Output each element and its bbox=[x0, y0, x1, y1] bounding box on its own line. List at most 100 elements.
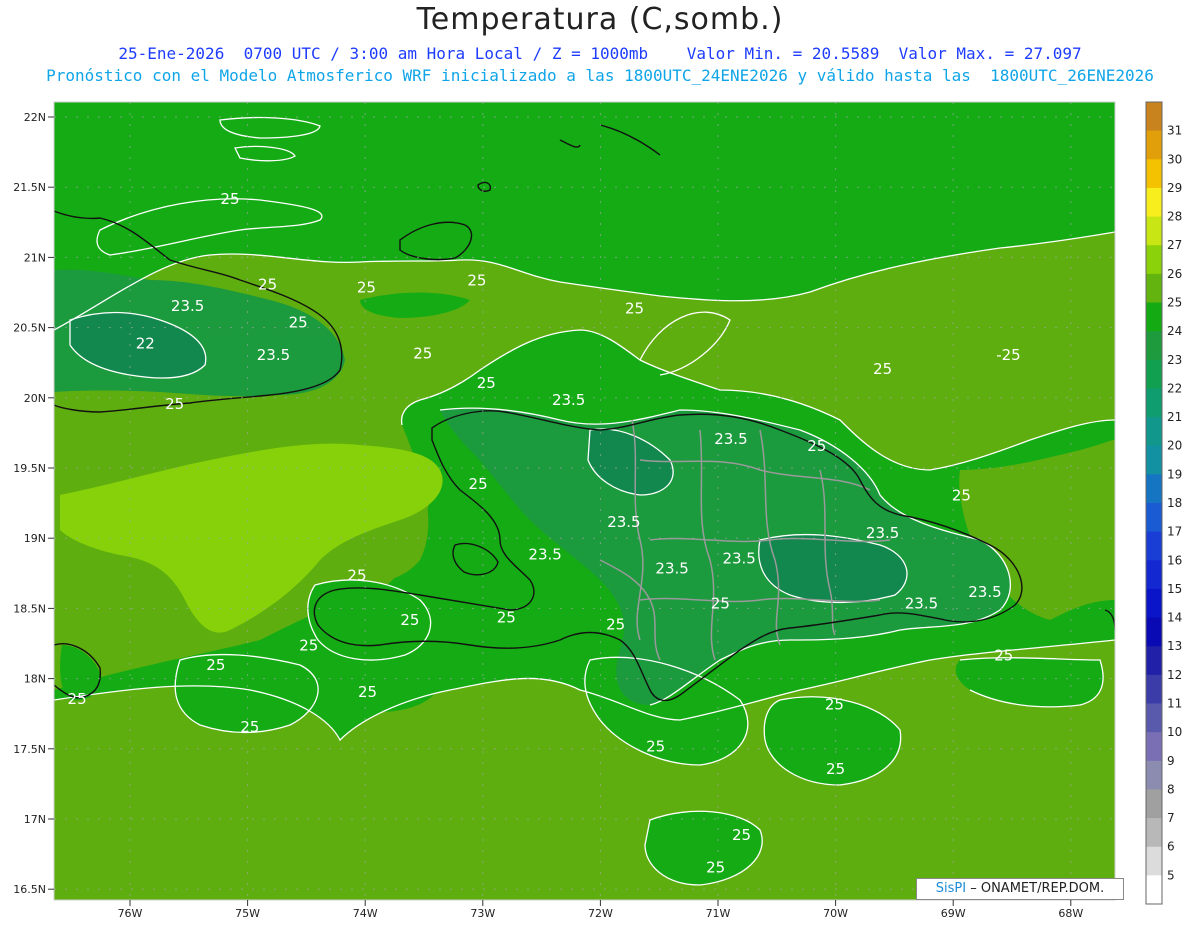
colorbar-swatch bbox=[1146, 187, 1162, 218]
contour-label: 25 bbox=[873, 360, 892, 378]
contour-label: 23.5 bbox=[655, 559, 688, 577]
lat-tick-label: 18.5N bbox=[13, 602, 46, 615]
colorbar-label: 14 bbox=[1167, 611, 1182, 625]
colorbar-swatch bbox=[1146, 588, 1162, 619]
credit-brand: SisPI bbox=[935, 881, 967, 896]
colorbar-label: 25 bbox=[1167, 296, 1182, 310]
colorbar-label: 8 bbox=[1167, 782, 1175, 796]
contour-label: 25 bbox=[358, 683, 377, 701]
colorbar-swatch bbox=[1146, 789, 1162, 819]
colorbar-label: 23 bbox=[1167, 353, 1182, 367]
contour-label: 25 bbox=[625, 300, 644, 318]
lat-tick-label: 20N bbox=[24, 392, 46, 405]
contour-label: 23.5 bbox=[866, 524, 899, 542]
colorbar-label: 28 bbox=[1167, 210, 1182, 224]
lat-tick-label: 18N bbox=[24, 673, 46, 686]
lon-tick-label: 72W bbox=[588, 907, 613, 920]
colorbar-label: 30 bbox=[1167, 152, 1182, 166]
temperature-map: 22N 21.5N 21N 20.5N 20N 19.5N 19N 18.5N 18N 17.5N… bbox=[13, 101, 1182, 920]
colorbar-swatch bbox=[1146, 846, 1162, 876]
lon-tick-label: 76W bbox=[118, 907, 143, 920]
contour-label: 23.5 bbox=[257, 346, 290, 364]
lon-tick-label: 73W bbox=[470, 907, 495, 920]
colorbar-label: 20 bbox=[1167, 439, 1182, 453]
contour-label: 23.5 bbox=[552, 391, 585, 409]
lat-tick-label: 19N bbox=[24, 532, 46, 545]
lon-tick-label: 74W bbox=[353, 907, 378, 920]
credit-box: SisPI – ONAMET/REP.DOM. bbox=[916, 878, 1124, 900]
contour-label: 23.5 bbox=[968, 583, 1001, 601]
colorbar-label: 7 bbox=[1167, 811, 1175, 825]
colorbar-swatch bbox=[1146, 102, 1162, 132]
colorbar-label: 26 bbox=[1167, 267, 1182, 281]
colorbar-swatch bbox=[1146, 159, 1162, 189]
colorbar-swatch bbox=[1146, 617, 1162, 647]
colorbar-label: 15 bbox=[1167, 582, 1182, 596]
contour-label: 23.5 bbox=[905, 594, 938, 612]
contour-label: 23.5 bbox=[714, 430, 747, 448]
contour-label: 22 bbox=[136, 335, 155, 353]
lat-tick-label: 19.5N bbox=[13, 462, 46, 475]
colorbar-label: 31 bbox=[1167, 124, 1182, 138]
colorbar-swatch bbox=[1146, 732, 1162, 762]
colorbar-label: 11 bbox=[1167, 697, 1182, 711]
colorbar-label: 12 bbox=[1167, 668, 1182, 682]
lon-tick-label: 68W bbox=[1058, 907, 1083, 920]
colorbar-label: 24 bbox=[1167, 324, 1182, 338]
colorbar-swatch bbox=[1146, 273, 1162, 303]
contour-label: -25 bbox=[996, 346, 1021, 364]
lat-tick-label: 21.5N bbox=[13, 181, 46, 194]
contour-label: 25 bbox=[497, 608, 516, 626]
colorbar-label: 29 bbox=[1167, 181, 1182, 195]
colorbar: 31 30 29 28 27 26 25 24 23 22 21 20 19 18 17 16 15 14 13 12… bbox=[1145, 101, 1182, 905]
contour-label: 25 bbox=[606, 615, 625, 633]
longitude-labels: 76W 75W 74W 73W 72W 71W 70W 69W 68W bbox=[118, 907, 1084, 920]
colorbar-swatch bbox=[1146, 245, 1162, 275]
latitude-labels: 22N 21.5N 21N 20.5N 20N 19.5N 19N 18.5N 18N 17.5N… bbox=[13, 111, 46, 896]
lat-tick-label: 17N bbox=[24, 813, 46, 826]
contour-label: 25 bbox=[413, 344, 432, 362]
contour-label: 25 bbox=[467, 271, 486, 289]
lon-tick-label: 70W bbox=[823, 907, 848, 920]
contour-label: 25 bbox=[706, 858, 725, 876]
contour-label: 25 bbox=[220, 190, 239, 208]
colorbar-label: 6 bbox=[1167, 840, 1175, 854]
lon-tick-label: 71W bbox=[706, 907, 731, 920]
colorbar-swatch bbox=[1146, 417, 1162, 447]
colorbar-label: 16 bbox=[1167, 553, 1182, 567]
colorbar-swatch bbox=[1146, 474, 1162, 504]
colorbar-label: 13 bbox=[1167, 639, 1182, 653]
colorbar-swatch bbox=[1146, 359, 1162, 389]
colorbar-swatch bbox=[1146, 760, 1162, 790]
colorbar-swatch bbox=[1146, 674, 1162, 704]
colorbar-label: 5 bbox=[1167, 868, 1175, 882]
contour-label: 25 bbox=[952, 486, 971, 504]
colorbar-label: 19 bbox=[1167, 467, 1182, 481]
contour-label: 25 bbox=[711, 594, 730, 612]
colorbar-swatch bbox=[1146, 875, 1162, 905]
colorbar-label: 18 bbox=[1167, 496, 1182, 510]
contour-label: 25 bbox=[289, 314, 308, 332]
contour-label: 25 bbox=[807, 437, 826, 455]
contour-label: 25 bbox=[357, 279, 376, 297]
colorbar-swatch bbox=[1146, 560, 1162, 590]
colorbar-swatch bbox=[1146, 302, 1162, 332]
colorbar-swatch bbox=[1146, 388, 1162, 418]
colorbar-swatch bbox=[1146, 646, 1162, 676]
lat-tick-label: 21N bbox=[24, 251, 46, 264]
contour-label: 25 bbox=[347, 566, 366, 584]
lat-tick-label: 16.5N bbox=[13, 883, 46, 896]
contour-label: 23.5 bbox=[528, 545, 561, 563]
contour-label: 25 bbox=[68, 690, 87, 708]
contour-label: 23.5 bbox=[171, 297, 204, 315]
contour-label: 25 bbox=[400, 611, 419, 629]
contour-label: 25 bbox=[258, 276, 277, 294]
contour-label: 25 bbox=[299, 637, 318, 655]
colorbar-swatch bbox=[1146, 331, 1162, 361]
colorbar-label: 27 bbox=[1167, 238, 1182, 252]
contour-label: 25 bbox=[165, 395, 184, 413]
credit-text: – ONAMET/REP.DOM. bbox=[966, 881, 1105, 896]
contour-label: 25 bbox=[994, 646, 1013, 664]
colorbar-swatch bbox=[1146, 130, 1162, 160]
colorbar-swatch bbox=[1146, 216, 1162, 246]
